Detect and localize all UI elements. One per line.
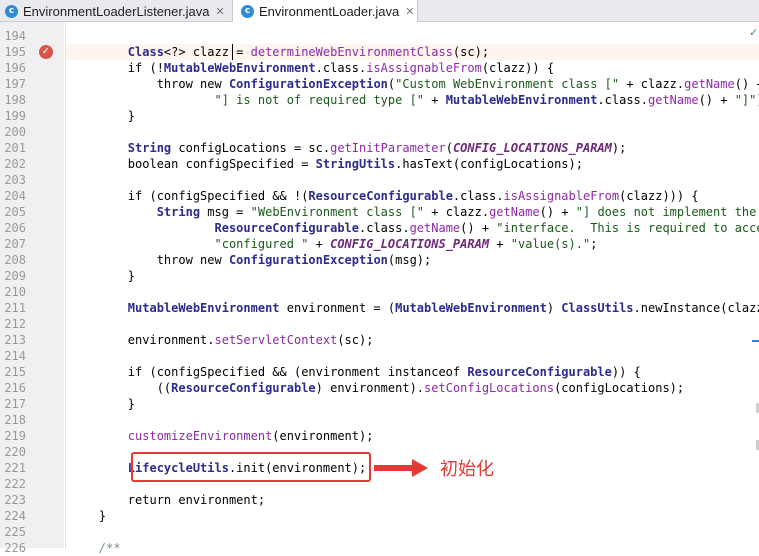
close-icon[interactable]: ✕	[405, 5, 414, 18]
code-line[interactable]: /**	[70, 540, 121, 556]
tab-label: EnvironmentLoader.java	[259, 3, 400, 19]
line-number: 213	[4, 333, 26, 347]
line-number: 226	[4, 541, 26, 555]
code-line[interactable]: }	[70, 268, 135, 284]
line-number: 200	[4, 125, 26, 139]
line-number: 220	[4, 445, 26, 459]
class-icon: c	[5, 4, 18, 18]
code-line[interactable]: "configured " + CONFIG_LOCATIONS_PARAM +…	[70, 236, 598, 252]
annotation-label: 初始化	[440, 459, 494, 480]
line-number: 204	[4, 189, 26, 203]
breakpoint-icon[interactable]: ✓	[39, 45, 53, 59]
code-line[interactable]: if (!MutableWebEnvironment.class.isAssig…	[70, 60, 554, 76]
line-number: 225	[4, 525, 26, 539]
tab-label: EnvironmentLoaderListener.java	[23, 3, 210, 19]
code-line[interactable]: if (configSpecified && !(ResourceConfigu…	[70, 188, 699, 204]
code-line[interactable]: String configLocations = sc.getInitParam…	[70, 140, 627, 156]
line-number: 221	[4, 461, 26, 475]
code-line[interactable]: String msg = "WebEnvironment class [" + …	[70, 204, 759, 220]
line-number: 195	[4, 45, 26, 59]
close-icon[interactable]: ✕	[215, 5, 224, 18]
line-number: 215	[4, 365, 26, 379]
highlight-box	[131, 452, 371, 482]
code-line[interactable]: }	[70, 108, 135, 124]
code-line[interactable]: throw new ConfigurationException("Custom…	[70, 76, 759, 92]
code-line[interactable]: ResourceConfigurable.class.getName() + "…	[70, 220, 759, 236]
text-cursor	[232, 44, 233, 60]
line-number: 217	[4, 397, 26, 411]
tab-environment-loader[interactable]: c EnvironmentLoader.java ✕	[232, 0, 418, 22]
change-marker[interactable]	[752, 340, 759, 342]
code-line[interactable]: boolean configSpecified = StringUtils.ha…	[70, 156, 583, 172]
line-number: 218	[4, 413, 26, 427]
code-line[interactable]: Class<?> clazz = determineWebEnvironment…	[70, 44, 489, 60]
line-number: 210	[4, 285, 26, 299]
line-number: 196	[4, 61, 26, 75]
code-line[interactable]: throw new ConfigurationException(msg);	[70, 252, 432, 268]
tab-environment-loader-listener[interactable]: c EnvironmentLoaderListener.java ✕	[0, 0, 228, 22]
code-line[interactable]: environment.setServletContext(sc);	[70, 332, 374, 348]
code-line[interactable]: if (configSpecified && (environment inst…	[70, 364, 641, 380]
line-number: 219	[4, 429, 26, 443]
line-number: 216	[4, 381, 26, 395]
line-number: 197	[4, 77, 26, 91]
code-line[interactable]: ((ResourceConfigurable) environment).set…	[70, 380, 684, 396]
line-number: 198	[4, 93, 26, 107]
line-number: 194	[4, 29, 26, 43]
line-number: 214	[4, 349, 26, 363]
line-number: 224	[4, 509, 26, 523]
editor-tab-bar: c EnvironmentLoaderListener.java ✕ c Env…	[0, 0, 759, 22]
code-line[interactable]: return environment;	[70, 492, 265, 508]
line-number: 206	[4, 221, 26, 235]
code-line[interactable]: }	[70, 396, 135, 412]
line-number: 199	[4, 109, 26, 123]
line-number: 209	[4, 269, 26, 283]
line-number: 212	[4, 317, 26, 331]
code-line[interactable]: "] is not of required type [" + MutableW…	[70, 92, 759, 108]
line-number: 205	[4, 205, 26, 219]
line-number: 211	[4, 301, 26, 315]
line-number: 223	[4, 493, 26, 507]
arrow-icon	[374, 459, 428, 477]
gutter-divider	[65, 22, 66, 548]
line-number: 202	[4, 157, 26, 171]
code-line[interactable]: customizeEnvironment(environment);	[70, 428, 374, 444]
line-number: 201	[4, 141, 26, 155]
line-number: 222	[4, 477, 26, 491]
line-number: 207	[4, 237, 26, 251]
code-line[interactable]: MutableWebEnvironment environment = (Mut…	[70, 300, 759, 316]
line-number: 208	[4, 253, 26, 267]
code-line[interactable]: }	[70, 508, 106, 524]
class-icon: c	[241, 4, 254, 18]
inspection-ok-icon[interactable]: ✓	[749, 26, 758, 39]
line-number: 203	[4, 173, 26, 187]
